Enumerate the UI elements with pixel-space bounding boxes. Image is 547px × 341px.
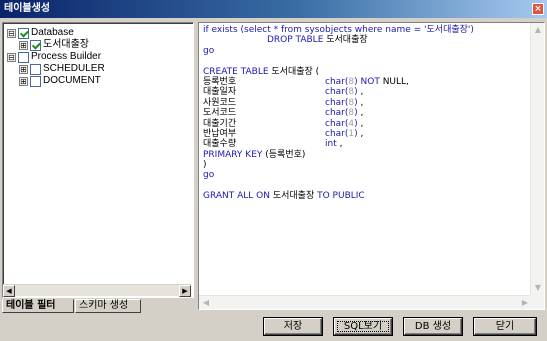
sql-to-public-keyword: TO PUBLIC <box>317 191 365 202</box>
sql-vertical-scrollbar[interactable]: ▲ ▼ <box>530 23 544 295</box>
column-name: 대출일자 <box>203 87 237 98</box>
sql-go: go <box>203 45 215 56</box>
column-type: char <box>325 108 345 119</box>
sql-grant-keyword: GRANT ALL ON <box>203 191 270 202</box>
sql-create-keyword: CREATE TABLE <box>203 66 269 77</box>
tab-schema-create[interactable]: 스키마 생성 <box>75 299 141 313</box>
sql-column-row: 도서코드 char(8) , <box>203 108 525 118</box>
tree-item-database[interactable]: ⊟ Database <box>7 27 101 39</box>
table-create-window: 테이블생성 × ⊟ Database ⊞ 도서대출장 ⊟ Process Builde… <box>0 0 547 341</box>
sql-drop-table-name: 도서대출장 <box>323 35 368 46</box>
sql-go: go <box>203 170 215 181</box>
scroll-right-icon[interactable]: ▶ <box>179 285 191 297</box>
sql-primary-key-columns: (등록번호) <box>262 149 306 160</box>
scrollbar-corner <box>530 295 544 309</box>
scroll-left-icon[interactable]: ◀ <box>201 298 211 308</box>
sql-column-row: 반납여부 char(1) , <box>203 129 525 139</box>
object-tree: ⊟ Database ⊞ 도서대출장 ⊟ Process Builder ⊞ SCHED… <box>7 27 105 87</box>
column-name: 등록번호 <box>203 76 237 87</box>
checkbox-document[interactable] <box>30 75 41 87</box>
tree-horizontal-scrollbar[interactable]: ◀ ▶ <box>3 284 191 297</box>
title-bar[interactable]: 테이블생성 × <box>0 0 547 18</box>
tree-item-label: 도서대출장 <box>43 39 89 50</box>
column-suffix: , <box>357 87 364 98</box>
scroll-right-icon[interactable]: ▶ <box>520 298 530 308</box>
checkbox-process-builder[interactable] <box>18 51 29 63</box>
column-type: int <box>325 139 337 150</box>
column-suffix: , <box>357 97 364 108</box>
column-name: 대출기간 <box>203 118 237 129</box>
column-suffix: NULL, <box>379 76 409 87</box>
sql-column-row: 대출일자 char(8) , <box>203 87 525 97</box>
checkbox-database[interactable] <box>18 27 29 39</box>
expand-icon[interactable]: ⊞ <box>19 40 28 50</box>
tree-item-scheduler[interactable]: ⊞ SCHEDULER <box>19 63 113 75</box>
column-suffix: , <box>357 118 364 129</box>
expand-icon[interactable]: ⊞ <box>19 64 28 74</box>
collapse-icon[interactable]: ⊟ <box>7 28 16 38</box>
tree-item-label: Process Builder <box>31 51 102 62</box>
tree-item-label: Database <box>31 27 74 38</box>
tab-table-filter[interactable]: 테이블 필터 <box>2 299 74 313</box>
column-name: 도서코드 <box>203 108 237 119</box>
column-type: char <box>325 128 345 139</box>
close-button[interactable]: 닫기 <box>474 318 536 335</box>
window-title: 테이블생성 <box>4 3 50 14</box>
checkbox-library-loan[interactable] <box>30 39 41 51</box>
tree-item-label: SCHEDULER <box>43 63 105 74</box>
column-type: char <box>325 76 345 87</box>
scroll-left-icon[interactable]: ◀ <box>3 285 15 297</box>
column-name: 사원코드 <box>203 97 237 108</box>
scroll-up-icon[interactable]: ▲ <box>533 25 543 35</box>
sql-column-row: 사원코드 char(8) , <box>203 98 525 108</box>
sql-drop-keyword: DROP TABLE <box>267 35 324 46</box>
column-not-keyword: NOT <box>357 76 380 87</box>
sql-close-paren: ) <box>203 160 207 171</box>
column-type: char <box>325 97 345 108</box>
sql-editor[interactable]: if exists (select * from sysobjects wher… <box>198 22 545 310</box>
sql-create-table-name: 도서대출장 ( <box>268 66 320 77</box>
column-type: char <box>325 118 345 129</box>
scroll-down-icon[interactable]: ▼ <box>533 283 543 293</box>
tree-item-document[interactable]: ⊞ DOCUMENT <box>19 75 113 87</box>
column-name: 반납여부 <box>203 128 237 139</box>
sql-column-row: 등록번호 char(8) NOT NULL, <box>203 77 525 87</box>
column-type: char <box>325 87 345 98</box>
column-suffix: , <box>357 128 364 139</box>
db-create-button[interactable]: DB 생성 <box>404 318 462 335</box>
collapse-icon[interactable]: ⊟ <box>7 52 16 62</box>
sql-column-row: 대출수량 int , <box>203 139 525 149</box>
sql-grant-table-name: 도서대출장 <box>269 191 318 202</box>
tree-item-label: DOCUMENT <box>43 75 101 86</box>
tree-item-process-builder[interactable]: ⊟ Process Builder <box>7 51 101 63</box>
sql-primary-key-keyword: PRIMARY KEY <box>203 149 263 160</box>
close-icon[interactable]: × <box>532 3 544 15</box>
tree-panel: ⊟ Database ⊞ 도서대출장 ⊟ Process Builder ⊞ SCHED… <box>2 22 194 298</box>
sql-view-button[interactable]: SQL보기 <box>334 318 392 335</box>
sql-line-if-exists: if exists (select * from sysobjects wher… <box>203 25 474 35</box>
tree-item-library-loan[interactable]: ⊞ 도서대출장 <box>19 39 113 51</box>
sql-text: if exists (select * from sysobjects wher… <box>203 25 525 202</box>
column-name: 대출수량 <box>203 139 237 150</box>
column-suffix: , <box>336 139 343 150</box>
sql-horizontal-scrollbar[interactable]: ◀ ▶ <box>199 295 532 309</box>
checkbox-scheduler[interactable] <box>30 63 41 75</box>
sql-column-row: 대출기간 char(4) , <box>203 119 525 129</box>
expand-icon[interactable]: ⊞ <box>19 76 28 86</box>
column-suffix: , <box>357 108 364 119</box>
save-button[interactable]: 저장 <box>264 318 322 335</box>
